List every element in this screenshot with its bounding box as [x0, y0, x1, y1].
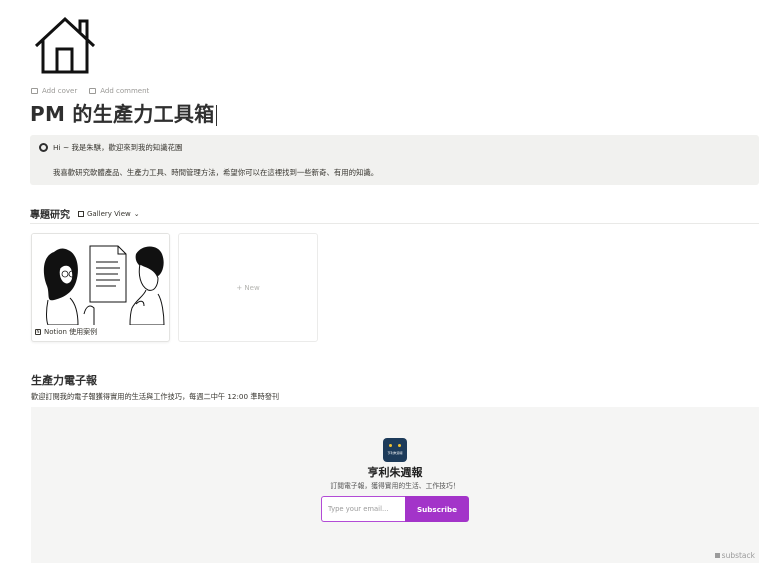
gallery-divider [30, 223, 759, 224]
text-cursor [215, 105, 217, 126]
substack-brand-label: substack [721, 551, 755, 560]
publication-name: 亨利朱週報 [367, 466, 423, 479]
gallery-card-title: Notion 使用案例 [44, 328, 98, 336]
cover-actions: Add cover Add comment [31, 87, 149, 95]
page-title[interactable]: PM 的生產力工具箱 [30, 98, 217, 127]
callout-body[interactable]: 我喜歡研究軟體產品、生產力工具、時間管理方法，希望你可以在這裡找到一些新奇、有用… [53, 167, 378, 178]
publication-tagline: 訂閱電子報，獲得實用的生活、工作技巧！ [330, 482, 460, 490]
substack-icon [714, 553, 720, 558]
image-icon [31, 88, 38, 94]
add-cover-button[interactable]: Add cover [31, 87, 77, 95]
publication-logo-text: 亨利朱週報 [387, 451, 403, 455]
substack-embed: 亨利朱週報 亨利朱週報 訂閱電子報，獲得實用的生活、工作技巧！ Subscrib… [31, 407, 759, 563]
new-card-button[interactable]: + New [178, 233, 318, 342]
email-input[interactable] [321, 496, 405, 522]
new-card-label: + New [236, 283, 260, 292]
avatar-icon [39, 143, 48, 152]
house-icon[interactable] [34, 16, 96, 74]
newsletter-heading[interactable]: 生產力電子報 [31, 372, 97, 388]
notion-icon: N [35, 329, 41, 335]
callout-block[interactable]: Hi ~ 我是朱騏，歡迎來到我的知識花園 我喜歡研究軟體產品、生產力工具、時間管… [30, 135, 759, 185]
publication-logo: 亨利朱週報 [383, 438, 407, 462]
page-title-text[interactable]: PM 的生產力工具箱 [30, 102, 215, 126]
callout-greeting[interactable]: Hi ~ 我是朱騏，歡迎來到我的知識花園 [53, 142, 182, 153]
add-comment-button[interactable]: Add comment [89, 87, 149, 95]
newsletter-description[interactable]: 歡迎訂閱我的電子報獲得實用的生活與工作技巧，每週二中午 12:00 準時發刊 [31, 392, 279, 402]
gallery-card-caption: N Notion 使用案例 [35, 327, 97, 337]
logo-eye-left [389, 444, 392, 447]
gallery-header: 專題研究 Gallery View ⌄ [30, 206, 140, 222]
logo-eye-right [398, 444, 401, 447]
add-comment-label: Add comment [100, 87, 150, 95]
chevron-down-icon: ⌄ [133, 209, 140, 218]
add-cover-label: Add cover [42, 87, 78, 95]
subscribe-button[interactable]: Subscribe [405, 496, 469, 522]
gallery-card[interactable]: N Notion 使用案例 [31, 233, 170, 342]
notion-illustration [32, 234, 169, 325]
gallery-heading[interactable]: 專題研究 [30, 206, 70, 221]
gallery-grid-icon [78, 210, 84, 217]
substack-brand[interactable]: substack [714, 551, 755, 560]
gallery-view-label: Gallery View [87, 209, 131, 218]
gallery-view-dropdown[interactable]: Gallery View ⌄ [78, 210, 140, 218]
comment-icon [89, 88, 97, 94]
